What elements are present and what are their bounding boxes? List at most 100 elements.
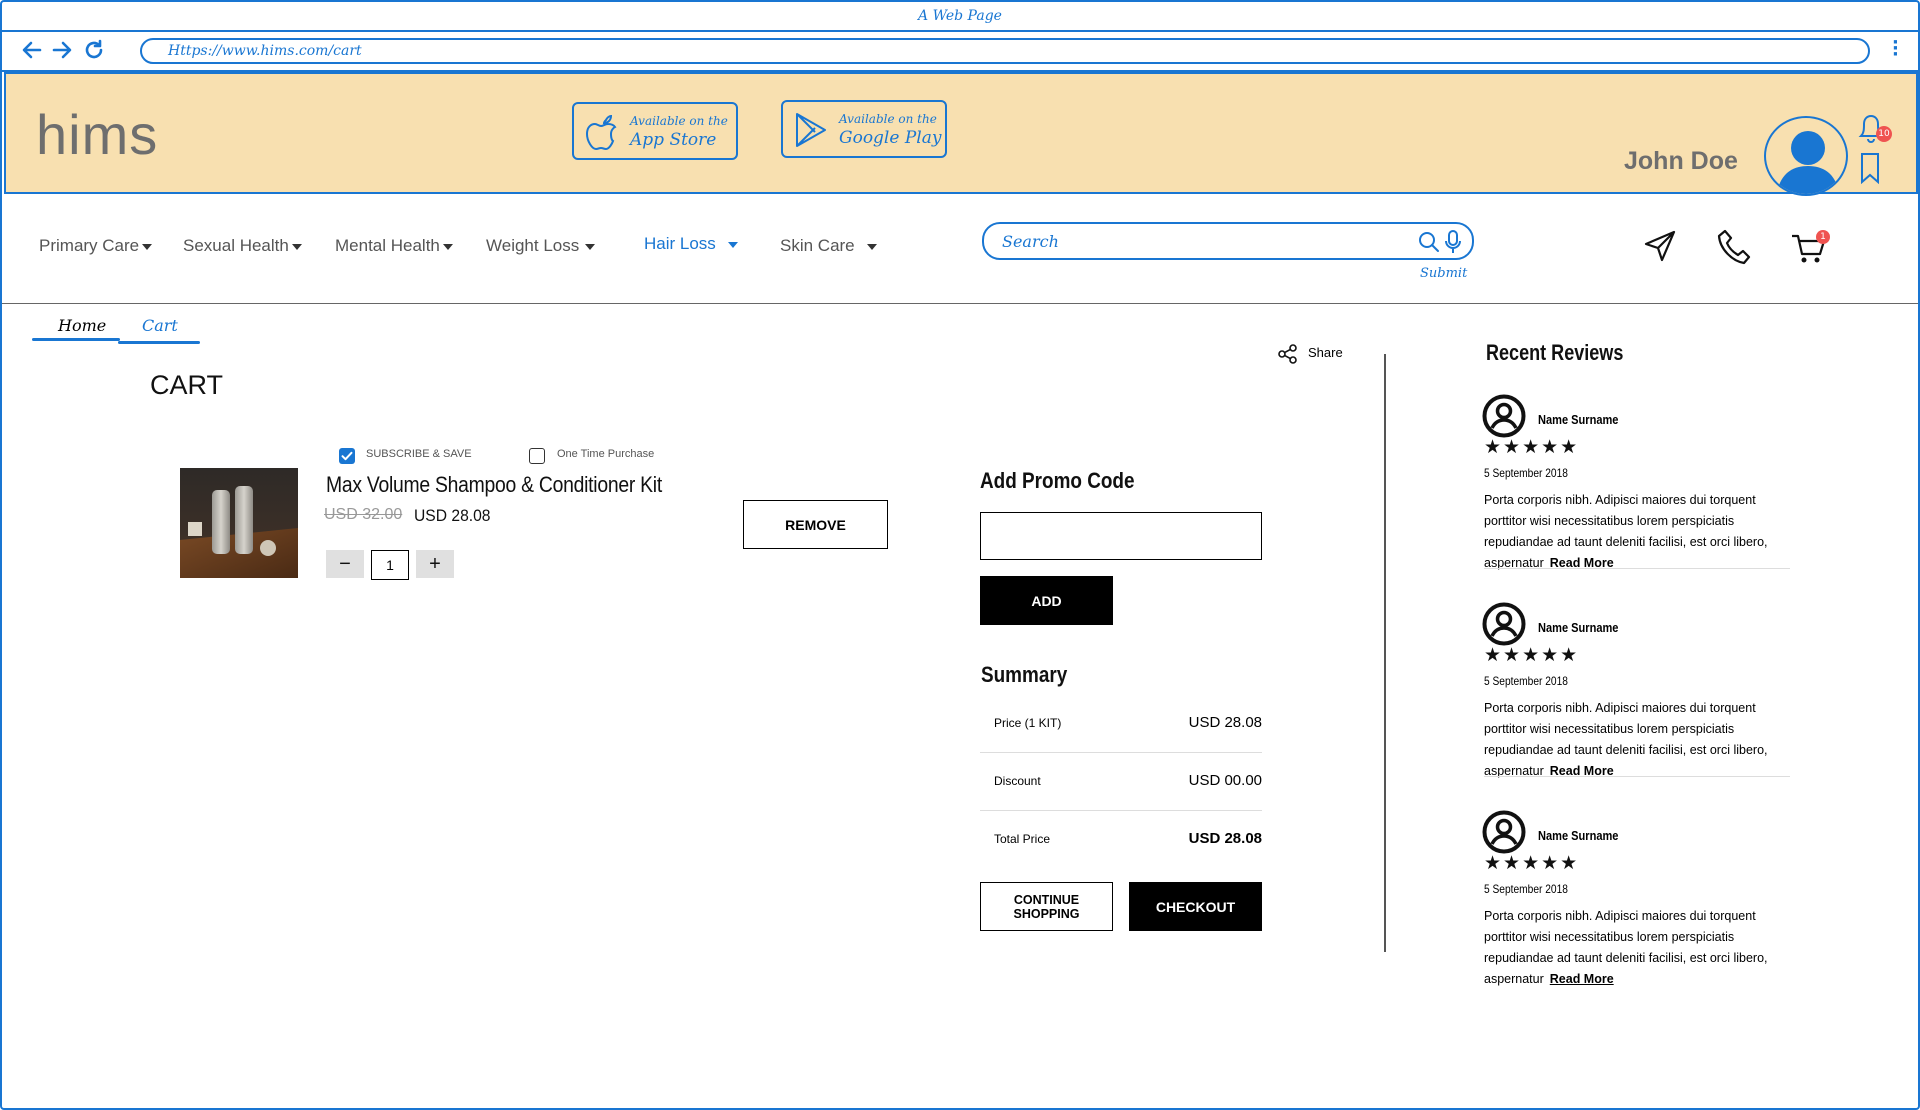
share-button[interactable]: Share	[1278, 344, 1343, 367]
quantity-value[interactable]: 1	[371, 550, 409, 580]
one-time-checkbox[interactable]	[529, 448, 545, 464]
reviews-heading: Recent Reviews	[1486, 340, 1624, 365]
summary-label: Total Price	[994, 832, 1051, 846]
cart-count-badge: 1	[1816, 230, 1830, 244]
search-box	[982, 222, 1474, 260]
arrow-left-icon[interactable]	[20, 39, 44, 63]
paper-plane-icon[interactable]	[1642, 228, 1678, 268]
checkout-button[interactable]: CHECKOUT	[1129, 882, 1262, 931]
reload-icon[interactable]	[82, 39, 106, 63]
chevron-down-icon	[866, 243, 877, 250]
review-text: Porta corporis nibh. Adipisci maiores du…	[1484, 906, 1784, 990]
chevron-down-icon	[142, 243, 153, 250]
rating-stars: ★★★★★	[1484, 436, 1580, 458]
review-card: Name Surname ★★★★★ 5 September 2018 Port…	[1482, 394, 1790, 584]
nav-label: Primary Care	[39, 236, 140, 255]
chevron-down-icon	[727, 241, 738, 248]
nav-sexual-health[interactable]: Sexual Health	[183, 236, 302, 256]
kebab-menu-icon[interactable]: · · ·	[1892, 34, 1899, 64]
product-name[interactable]: Max Volume Shampoo & Conditioner Kit	[326, 472, 662, 498]
review-body: Porta corporis nibh. Adipisci maiores du…	[1484, 909, 1768, 986]
nav-hair-loss[interactable]: Hair Loss	[644, 234, 738, 254]
summary-heading: Summary	[981, 662, 1068, 687]
reviewer-name: Name Surname	[1538, 620, 1619, 635]
hims-logo[interactable]: hims	[36, 102, 158, 167]
notification-badge: 10	[1876, 126, 1892, 142]
summary-label: Discount	[994, 774, 1041, 788]
add-promo-button[interactable]: ADD	[980, 576, 1113, 625]
nav-label: Weight Loss	[486, 236, 580, 255]
nav-primary-care[interactable]: Primary Care	[39, 236, 153, 256]
google-play-button[interactable]: Available on the Google Play	[781, 100, 947, 158]
quantity-decrease-button[interactable]: −	[326, 550, 364, 578]
summary-value: USD 28.08	[1188, 714, 1262, 731]
review-text: Porta corporis nibh. Adipisci maiores du…	[1484, 698, 1784, 782]
original-price: USD 32.00	[324, 506, 403, 523]
review-text: Porta corporis nibh. Adipisci maiores du…	[1484, 490, 1784, 574]
phone-icon[interactable]	[1716, 228, 1752, 270]
subscribe-checkbox[interactable]	[339, 448, 355, 464]
url-text: Https://www.hims.com/cart	[168, 43, 362, 59]
site-header: hims Available on the App Store Availabl…	[4, 72, 1918, 196]
window-titlebar: A Web Page	[2, 2, 1918, 32]
review-date: 5 September 2018	[1484, 466, 1568, 480]
review-divider	[1484, 568, 1790, 569]
breadcrumb-underline-active	[118, 341, 200, 344]
summary-value: USD 00.00	[1188, 772, 1262, 789]
review-body: Porta corporis nibh. Adipisci maiores du…	[1484, 493, 1768, 570]
nav-label: Skin Care	[780, 236, 855, 255]
microphone-icon[interactable]	[1444, 229, 1462, 259]
google-play-icon	[796, 113, 826, 147]
review-divider	[1484, 776, 1790, 777]
summary-row-discount: Discount USD 00.00	[980, 752, 1262, 810]
subscribe-label: SUBSCRIBE & SAVE	[366, 448, 472, 460]
google-play-small-text: Available on the	[839, 112, 937, 126]
apple-icon	[585, 114, 617, 151]
one-time-label: One Time Purchase	[557, 448, 655, 460]
quantity-increase-button[interactable]: +	[416, 550, 454, 578]
summary-row-price: Price (1 KIT) USD 28.08	[980, 694, 1262, 752]
nav-label: Mental Health	[335, 236, 440, 255]
breadcrumb-home[interactable]: Home	[58, 316, 106, 335]
nav-label: Hair Loss	[644, 234, 716, 253]
review-card: Name Surname ★★★★★ 5 September 2018 Port…	[1482, 810, 1790, 1000]
search-icon[interactable]	[1418, 231, 1440, 257]
review-card: Name Surname ★★★★★ 5 September 2018 Port…	[1482, 602, 1790, 792]
app-store-small-text: Available on the	[630, 114, 728, 128]
google-play-big-text: Google Play	[839, 128, 942, 148]
avatar[interactable]	[1764, 116, 1848, 196]
share-icon	[1278, 344, 1297, 364]
share-label: Share	[1308, 345, 1343, 360]
review-date: 5 September 2018	[1484, 674, 1568, 688]
search-input[interactable]	[1002, 228, 1382, 254]
review-date: 5 September 2018	[1484, 882, 1568, 896]
sale-price: USD 28.08	[414, 506, 491, 525]
search-submit-link[interactable]: Submit	[1420, 266, 1467, 281]
promo-code-input[interactable]	[980, 512, 1262, 560]
app-store-button[interactable]: Available on the App Store	[572, 102, 738, 160]
nav-skin-care[interactable]: Skin Care	[780, 236, 877, 256]
breadcrumb-cart[interactable]: Cart	[142, 316, 178, 335]
breadcrumb-underline	[32, 338, 120, 341]
nav-label: Sexual Health	[183, 236, 289, 255]
product-image[interactable]	[180, 468, 298, 578]
nav-mental-health[interactable]: Mental Health	[335, 236, 453, 256]
read-more-link[interactable]: Read More	[1550, 972, 1614, 986]
summary-row-total: Total Price USD 28.08	[980, 810, 1262, 868]
nav-weight-loss[interactable]: Weight Loss	[486, 236, 596, 256]
column-divider	[1384, 354, 1386, 952]
browser-window: A Web Page Https://www.hims.com/cart · · ·…	[0, 0, 1920, 1110]
summary-total-value: USD 28.08	[1188, 830, 1262, 847]
review-body: Porta corporis nibh. Adipisci maiores du…	[1484, 701, 1768, 778]
arrow-right-icon[interactable]	[50, 39, 74, 63]
category-nav: Primary Care Sexual Health Mental Health…	[2, 194, 1918, 304]
window-title: A Web Page	[918, 8, 1002, 24]
remove-button[interactable]: REMOVE	[743, 500, 888, 549]
url-bar[interactable]: Https://www.hims.com/cart	[140, 38, 1870, 64]
continue-shopping-button[interactable]: CONTINUE SHOPPING	[980, 882, 1113, 931]
bookmark-icon[interactable]	[1859, 152, 1881, 188]
user-name[interactable]: John Doe	[1624, 147, 1738, 176]
page-title: CART	[150, 370, 224, 400]
user-circle-icon	[1482, 394, 1526, 438]
reviewer-name: Name Surname	[1538, 828, 1619, 843]
